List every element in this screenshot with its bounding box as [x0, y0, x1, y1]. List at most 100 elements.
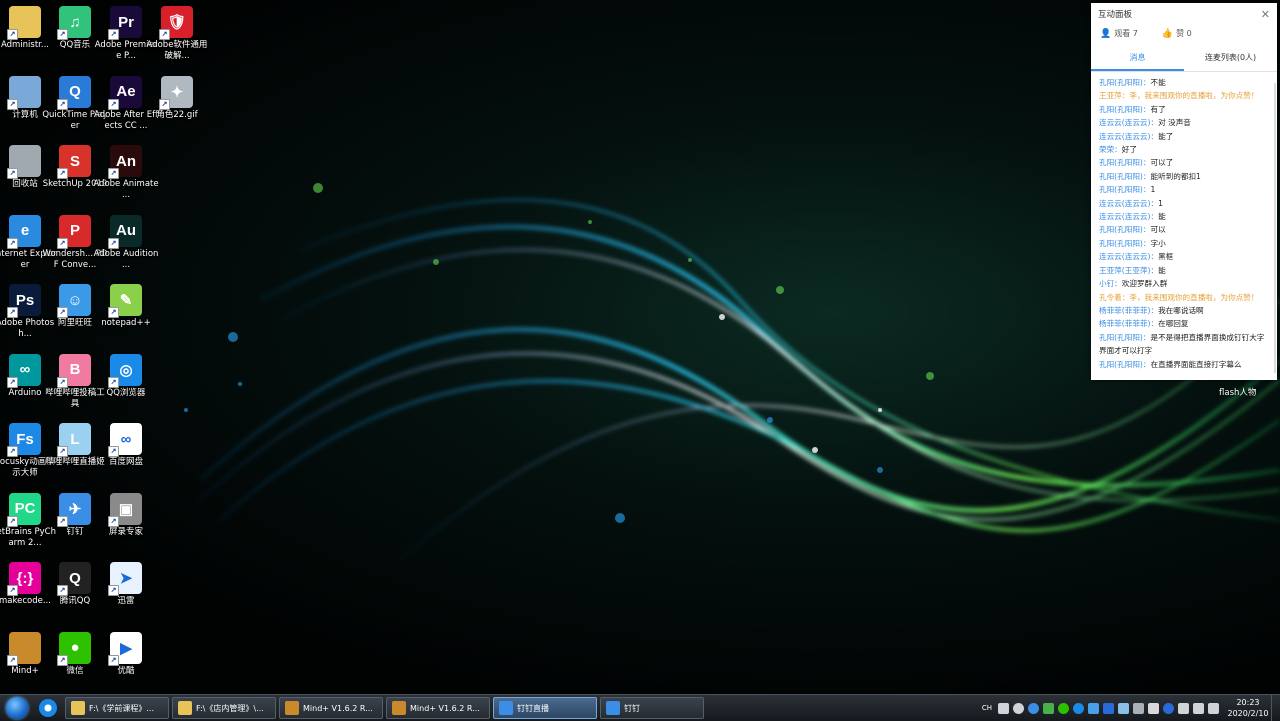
notepad-plus-icon: ✎ ↗	[108, 284, 142, 318]
clock[interactable]: 20:23 2020/2/10	[1225, 697, 1271, 719]
chat-sender[interactable]: 孔阳(孔阳阳)：	[1099, 360, 1151, 369]
security-tray-icon[interactable]	[1103, 702, 1114, 714]
chat-sender[interactable]: 孔阳(孔阳阳)：	[1099, 333, 1151, 342]
chat-text: 能听到的都扣1	[1150, 171, 1201, 181]
desktop-icon[interactable]: An ↗ Adobe Animate ...	[93, 141, 159, 201]
desktop-icon-label: 百度网盘	[108, 457, 143, 467]
qq-browser-icon: ◎ ↗	[108, 353, 142, 388]
power-icon[interactable]	[1178, 702, 1189, 714]
shortcut-arrow-icon: ↗	[108, 654, 119, 666]
tab-mic-list[interactable]: 连麦列表(0人)	[1184, 47, 1277, 69]
bluetooth-icon[interactable]	[1163, 702, 1174, 714]
message-scrollbar[interactable]	[1274, 83, 1276, 373]
shortcut-arrow-icon: ↗	[108, 585, 119, 596]
folder-icon	[178, 701, 192, 715]
chat-sender[interactable]: 孔阳(孔阳阳)：	[1099, 225, 1151, 234]
taskbar-button[interactable]: 钉钉	[600, 697, 704, 719]
chat-sender[interactable]: 孔阳(孔阳阳)：	[1099, 105, 1151, 114]
chat-sender[interactable]: 连云云(连云云)：	[1099, 132, 1158, 141]
desktop-icon[interactable]: ◎ ↗ QQ浏览器	[93, 350, 159, 399]
chat-sender[interactable]: 荣荣：	[1099, 145, 1122, 154]
recycle-bin-icon: ↗	[7, 145, 41, 179]
chat-message: 连云云(连云云)：能了	[1099, 130, 1270, 143]
close-icon[interactable]: ✕	[1261, 8, 1270, 21]
shortcut-arrow-icon: ↗	[108, 237, 119, 249]
wechat-icon: ● ↗	[57, 631, 91, 666]
chat-sender[interactable]: 孔阳(孔阳阳)：	[1099, 78, 1151, 87]
chat-sender[interactable]: 连云云(连云云)：	[1099, 118, 1158, 127]
start-button[interactable]	[0, 695, 34, 721]
gif-file-icon: ✦ ↗	[159, 75, 193, 110]
taskbar-button[interactable]: Mind+ V1.6.2 R...	[386, 697, 490, 719]
chat-message: 连云云(连云云)：能	[1099, 210, 1270, 223]
monitor-tray-icon[interactable]	[1133, 702, 1144, 714]
green-app-icon[interactable]	[1043, 702, 1054, 714]
chat-sender[interactable]: 小钉：	[1099, 279, 1122, 288]
shortcut-arrow-icon: ↗	[57, 29, 68, 40]
dingtalk-tray-icon[interactable]	[1028, 702, 1039, 714]
chat-text: 我在哪说话啊	[1158, 305, 1204, 315]
chat-sender[interactable]: 连云云(连云云)：	[1099, 199, 1158, 208]
chat-sender[interactable]: 孔令着：	[1099, 293, 1129, 302]
chat-text: 有了	[1150, 104, 1166, 114]
flag-tray-icon[interactable]	[1148, 702, 1159, 714]
pinned-qq-browser[interactable]	[34, 695, 62, 721]
chat-sender[interactable]: 连云云(连云云)：	[1099, 252, 1158, 261]
desktop-icon[interactable]: ➤ ↗ 迅雷	[93, 558, 159, 607]
baidu-tray-icon[interactable]	[1088, 702, 1099, 714]
keyboard-icon[interactable]	[998, 702, 1009, 714]
desktop-icon[interactable]: ✦ ↗ 角色22.gif	[144, 72, 210, 121]
taskbar-button-label: 钉钉	[624, 703, 640, 713]
desktop-icon[interactable]: ✎ ↗ notepad++	[93, 280, 159, 329]
dingtalk-icon	[606, 701, 620, 715]
taskbar-button-label: F:\《学前课程》...	[89, 703, 154, 713]
cloud-tray-icon[interactable]	[1118, 702, 1129, 714]
taskbar-button[interactable]: Mind+ V1.6.2 R...	[279, 697, 383, 719]
taskbar-button[interactable]: F:\《店内管理》\...	[172, 697, 276, 719]
chat-text: 1	[1158, 198, 1163, 208]
panel-tabs: 消息 连麦列表(0人)	[1091, 47, 1277, 72]
shortcut-arrow-icon: ↗	[7, 237, 18, 249]
like-count[interactable]: 👍 赞 0	[1162, 28, 1192, 39]
chat-sender[interactable]: 杨菲菲(菲菲菲)：	[1099, 306, 1158, 315]
desktop-icon-label: 屏录专家	[108, 526, 143, 537]
chat-sender[interactable]: 孔阳(孔阳阳)：	[1099, 185, 1151, 194]
viewer-count: 👤 观看 7	[1100, 28, 1138, 39]
desktop-icon[interactable]: Au ↗ Adobe Audition ...	[93, 211, 159, 271]
bilibili-upload-icon: B ↗	[57, 353, 91, 388]
chat-sender[interactable]: 杨菲菲(菲菲菲)：	[1099, 319, 1158, 328]
chat-message: 连云云(连云云)：对 没声音	[1099, 116, 1270, 129]
taskbar-button[interactable]: 钉钉直播	[493, 697, 597, 719]
tab-messages[interactable]: 消息	[1091, 47, 1184, 71]
flash-character-label: flash人物	[1219, 388, 1257, 398]
chat-text: 能	[1158, 265, 1166, 275]
desktop-icon[interactable]: ▶ ↗ 优酷	[93, 628, 159, 677]
qq-tray-icon[interactable]	[1073, 702, 1084, 714]
sketchup-icon: S ↗	[57, 145, 91, 179]
chat-sender[interactable]: 孔阳(孔阳阳)：	[1099, 172, 1151, 181]
chat-sender[interactable]: 王亚萍：	[1099, 91, 1129, 100]
shortcut-arrow-icon: ↗	[7, 98, 18, 110]
chat-sender[interactable]: 连云云(连云云)：	[1099, 212, 1158, 221]
desktop-icon[interactable]: 🛡 ↗ Adobe软件通用破解...	[144, 2, 210, 62]
chat-sender[interactable]: 孔阳(孔阳阳)：	[1099, 239, 1151, 248]
shortcut-arrow-icon: ↗	[57, 98, 68, 110]
chat-sender[interactable]: 王亚萍(王亚萍)：	[1099, 266, 1158, 275]
shortcut-arrow-icon: ↗	[108, 98, 119, 110]
shortcut-arrow-icon: ↗	[57, 515, 68, 527]
show-desktop-button[interactable]	[1271, 695, 1280, 721]
aliwangwang-icon: ☺ ↗	[57, 284, 91, 318]
taskbar-button[interactable]: F:\《学前课程》...	[65, 697, 169, 719]
desktop-icon[interactable]: ∞ ↗ 百度网盘	[93, 419, 159, 468]
chat-message: 孔阳(孔阳阳)：在直播界面能直接打字幕么	[1099, 358, 1270, 371]
desktop-icon-label: 优酷	[117, 665, 135, 676]
desktop-icon[interactable]: ▣ ↗ 屏录专家	[93, 489, 159, 538]
settings-icon[interactable]	[1013, 702, 1024, 714]
wechat-tray-icon[interactable]	[1058, 702, 1069, 714]
chat-message: 孔阳(孔阳阳)：能听到的都扣1	[1099, 170, 1270, 183]
network-icon[interactable]	[1193, 702, 1204, 714]
chat-text: 李，我来围观你的直播啦，为你点赞！	[1129, 292, 1259, 302]
chat-sender[interactable]: 孔阳(孔阳阳)：	[1099, 158, 1151, 167]
volume-icon[interactable]	[1208, 702, 1219, 714]
language-indicator[interactable]: CH	[982, 704, 992, 712]
